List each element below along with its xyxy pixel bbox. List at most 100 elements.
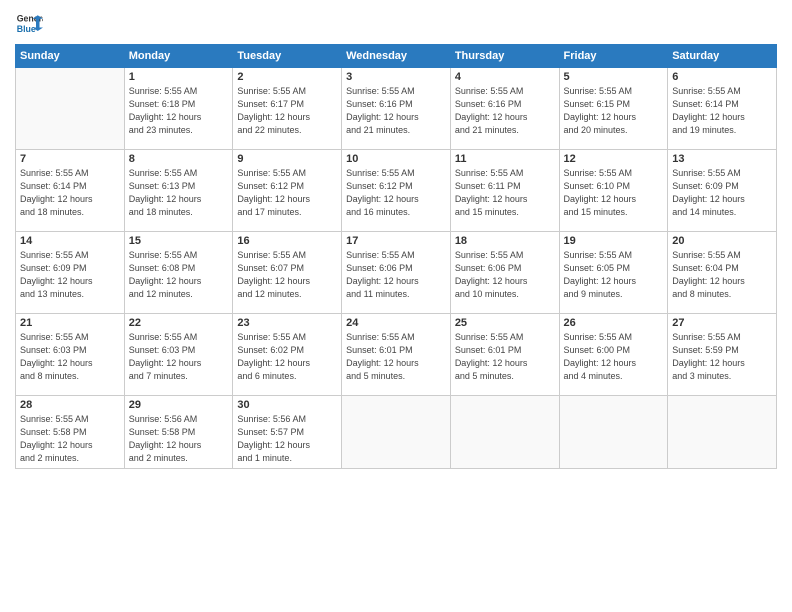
calendar-week-row: 28Sunrise: 5:55 AMSunset: 5:58 PMDayligh… bbox=[16, 396, 777, 469]
day-number: 21 bbox=[20, 317, 120, 329]
col-header-sunday: Sunday bbox=[16, 45, 125, 68]
day-number: 11 bbox=[455, 153, 555, 165]
day-info: Sunrise: 5:55 AMSunset: 6:14 PMDaylight:… bbox=[672, 85, 772, 137]
calendar-cell: 3 Sunrise: 5:55 AMSunset: 6:16 PMDaylight… bbox=[342, 68, 451, 150]
day-number: 8 bbox=[129, 153, 229, 165]
day-number: 10 bbox=[346, 153, 446, 165]
calendar-week-row: 7 Sunrise: 5:55 AMSunset: 6:14 PMDaylight… bbox=[16, 150, 777, 232]
calendar-cell: 29 Sunrise: 5:56 AMSunset: 5:58 PMDayligh… bbox=[124, 396, 233, 469]
calendar-cell: 19 Sunrise: 5:55 AMSunset: 6:05 PMDayligh… bbox=[559, 232, 668, 314]
calendar-cell bbox=[342, 396, 451, 469]
day-info: Sunrise: 5:55 AMSunset: 6:06 PMDaylight:… bbox=[346, 249, 446, 301]
day-info: Sunrise: 5:55 AMSunset: 6:04 PMDaylight:… bbox=[672, 249, 772, 301]
day-number: 9 bbox=[237, 153, 337, 165]
calendar-cell: 7 Sunrise: 5:55 AMSunset: 6:14 PMDaylight… bbox=[16, 150, 125, 232]
logo: General Blue bbox=[15, 10, 43, 38]
calendar-cell: 12Sunrise: 5:55 AMSunset: 6:10 PMDayligh… bbox=[559, 150, 668, 232]
col-header-wednesday: Wednesday bbox=[342, 45, 451, 68]
day-info: Sunrise: 5:55 AMSunset: 6:18 PMDaylight:… bbox=[129, 85, 229, 137]
calendar-page: General Blue SundayMondayTuesdayWednesda… bbox=[0, 0, 792, 612]
calendar-cell: 27 Sunrise: 5:55 AMSunset: 5:59 PMDayligh… bbox=[668, 314, 777, 396]
day-info: Sunrise: 5:55 AMSunset: 6:16 PMDaylight:… bbox=[455, 85, 555, 137]
day-number: 12 bbox=[564, 153, 664, 165]
day-number: 17 bbox=[346, 235, 446, 247]
day-info: Sunrise: 5:55 AMSunset: 6:14 PMDaylight:… bbox=[20, 167, 120, 219]
calendar-cell: 30Sunrise: 5:56 AMSunset: 5:57 PMDayligh… bbox=[233, 396, 342, 469]
calendar-cell: 21 Sunrise: 5:55 AMSunset: 6:03 PMDayligh… bbox=[16, 314, 125, 396]
day-info: Sunrise: 5:55 AMSunset: 6:16 PMDaylight:… bbox=[346, 85, 446, 137]
day-info: Sunrise: 5:55 AMSunset: 6:03 PMDaylight:… bbox=[129, 331, 229, 383]
logo-icon: General Blue bbox=[15, 10, 43, 38]
calendar-cell: 20 Sunrise: 5:55 AMSunset: 6:04 PMDayligh… bbox=[668, 232, 777, 314]
day-number: 19 bbox=[564, 235, 664, 247]
day-number: 20 bbox=[672, 235, 772, 247]
calendar-cell: 5 Sunrise: 5:55 AMSunset: 6:15 PMDaylight… bbox=[559, 68, 668, 150]
day-number: 1 bbox=[129, 71, 229, 83]
day-info: Sunrise: 5:55 AMSunset: 6:12 PMDaylight:… bbox=[346, 167, 446, 219]
calendar-cell: 17 Sunrise: 5:55 AMSunset: 6:06 PMDayligh… bbox=[342, 232, 451, 314]
day-info: Sunrise: 5:56 AMSunset: 5:57 PMDaylight:… bbox=[237, 413, 337, 465]
calendar-cell: 25Sunrise: 5:55 AMSunset: 6:01 PMDayligh… bbox=[450, 314, 559, 396]
day-number: 29 bbox=[129, 399, 229, 411]
day-number: 18 bbox=[455, 235, 555, 247]
day-number: 27 bbox=[672, 317, 772, 329]
day-info: Sunrise: 5:55 AMSunset: 6:15 PMDaylight:… bbox=[564, 85, 664, 137]
calendar-cell: 4 Sunrise: 5:55 AMSunset: 6:16 PMDaylight… bbox=[450, 68, 559, 150]
day-number: 26 bbox=[564, 317, 664, 329]
day-number: 13 bbox=[672, 153, 772, 165]
calendar-header-row: SundayMondayTuesdayWednesdayThursdayFrid… bbox=[16, 45, 777, 68]
calendar-cell: 26 Sunrise: 5:55 AMSunset: 6:00 PMDayligh… bbox=[559, 314, 668, 396]
day-info: Sunrise: 5:55 AMSunset: 6:09 PMDaylight:… bbox=[672, 167, 772, 219]
day-info: Sunrise: 5:55 AMSunset: 6:05 PMDaylight:… bbox=[564, 249, 664, 301]
calendar-cell: 18Sunrise: 5:55 AMSunset: 6:06 PMDayligh… bbox=[450, 232, 559, 314]
day-number: 24 bbox=[346, 317, 446, 329]
col-header-tuesday: Tuesday bbox=[233, 45, 342, 68]
col-header-saturday: Saturday bbox=[668, 45, 777, 68]
calendar-week-row: 1 Sunrise: 5:55 AMSunset: 6:18 PMDaylight… bbox=[16, 68, 777, 150]
day-info: Sunrise: 5:55 AMSunset: 6:03 PMDaylight:… bbox=[20, 331, 120, 383]
col-header-monday: Monday bbox=[124, 45, 233, 68]
day-number: 2 bbox=[237, 71, 337, 83]
calendar-cell: 11 Sunrise: 5:55 AMSunset: 6:11 PMDayligh… bbox=[450, 150, 559, 232]
day-number: 5 bbox=[564, 71, 664, 83]
day-info: Sunrise: 5:55 AMSunset: 6:17 PMDaylight:… bbox=[237, 85, 337, 137]
day-info: Sunrise: 5:55 AMSunset: 6:00 PMDaylight:… bbox=[564, 331, 664, 383]
calendar-cell: 1 Sunrise: 5:55 AMSunset: 6:18 PMDaylight… bbox=[124, 68, 233, 150]
calendar-cell: 22 Sunrise: 5:55 AMSunset: 6:03 PMDayligh… bbox=[124, 314, 233, 396]
calendar-table: SundayMondayTuesdayWednesdayThursdayFrid… bbox=[15, 44, 777, 469]
day-info: Sunrise: 5:55 AMSunset: 6:09 PMDaylight:… bbox=[20, 249, 120, 301]
calendar-cell: 24 Sunrise: 5:55 AMSunset: 6:01 PMDayligh… bbox=[342, 314, 451, 396]
calendar-cell: 28Sunrise: 5:55 AMSunset: 5:58 PMDayligh… bbox=[16, 396, 125, 469]
day-info: Sunrise: 5:55 AMSunset: 6:11 PMDaylight:… bbox=[455, 167, 555, 219]
day-info: Sunrise: 5:56 AMSunset: 5:58 PMDaylight:… bbox=[129, 413, 229, 465]
day-number: 14 bbox=[20, 235, 120, 247]
day-info: Sunrise: 5:55 AMSunset: 6:01 PMDaylight:… bbox=[346, 331, 446, 383]
calendar-cell: 16Sunrise: 5:55 AMSunset: 6:07 PMDayligh… bbox=[233, 232, 342, 314]
calendar-week-row: 14 Sunrise: 5:55 AMSunset: 6:09 PMDayligh… bbox=[16, 232, 777, 314]
day-number: 22 bbox=[129, 317, 229, 329]
calendar-cell bbox=[16, 68, 125, 150]
calendar-cell: 2 Sunrise: 5:55 AMSunset: 6:17 PMDaylight… bbox=[233, 68, 342, 150]
day-info: Sunrise: 5:55 AMSunset: 5:59 PMDaylight:… bbox=[672, 331, 772, 383]
day-number: 7 bbox=[20, 153, 120, 165]
calendar-cell: 8Sunrise: 5:55 AMSunset: 6:13 PMDaylight… bbox=[124, 150, 233, 232]
day-number: 3 bbox=[346, 71, 446, 83]
day-number: 23 bbox=[237, 317, 337, 329]
day-number: 6 bbox=[672, 71, 772, 83]
calendar-cell: 6 Sunrise: 5:55 AMSunset: 6:14 PMDaylight… bbox=[668, 68, 777, 150]
day-info: Sunrise: 5:55 AMSunset: 6:12 PMDaylight:… bbox=[237, 167, 337, 219]
col-header-friday: Friday bbox=[559, 45, 668, 68]
col-header-thursday: Thursday bbox=[450, 45, 559, 68]
day-number: 4 bbox=[455, 71, 555, 83]
day-number: 16 bbox=[237, 235, 337, 247]
calendar-cell: 15 Sunrise: 5:55 AMSunset: 6:08 PMDayligh… bbox=[124, 232, 233, 314]
day-info: Sunrise: 5:55 AMSunset: 6:08 PMDaylight:… bbox=[129, 249, 229, 301]
calendar-cell: 10 Sunrise: 5:55 AMSunset: 6:12 PMDayligh… bbox=[342, 150, 451, 232]
day-number: 15 bbox=[129, 235, 229, 247]
day-number: 28 bbox=[20, 399, 120, 411]
calendar-cell bbox=[559, 396, 668, 469]
header: General Blue bbox=[15, 10, 777, 38]
svg-text:Blue: Blue bbox=[17, 24, 36, 34]
day-info: Sunrise: 5:55 AMSunset: 6:01 PMDaylight:… bbox=[455, 331, 555, 383]
day-info: Sunrise: 5:55 AMSunset: 6:02 PMDaylight:… bbox=[237, 331, 337, 383]
